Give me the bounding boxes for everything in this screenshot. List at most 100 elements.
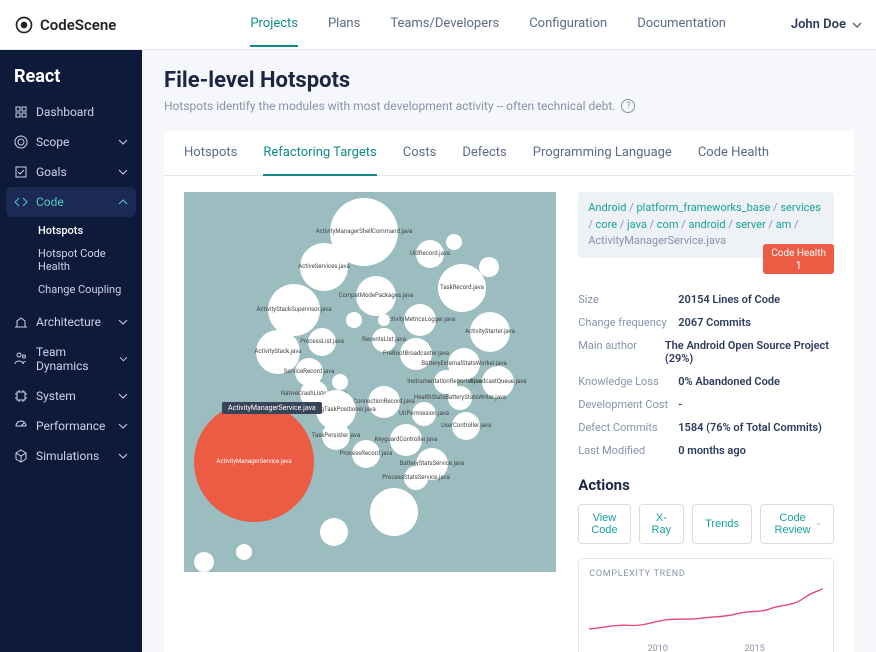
sidebar-item-architecture[interactable]: Architecture — [0, 307, 142, 337]
sidebar-item-dashboard[interactable]: Dashboard — [0, 97, 142, 127]
hotspot-visualization[interactable]: ActivityManagerService.javaActivityManag… — [184, 192, 556, 572]
sidebar-item-performance[interactable]: Performance — [0, 411, 142, 441]
breadcrumb-segment[interactable]: services — [780, 201, 821, 214]
sidebar-sub-hotspots[interactable]: Hotspots — [28, 219, 142, 242]
topnav-documentation[interactable]: Documentation — [637, 2, 726, 47]
chevron-down-icon — [118, 391, 128, 401]
project-name: React — [0, 66, 142, 97]
chevron-down-icon — [118, 451, 128, 461]
sidebar-sub-change-coupling[interactable]: Change Coupling — [28, 278, 142, 301]
speed-icon — [14, 419, 28, 433]
grid-icon — [14, 105, 28, 119]
hotspot-bubble[interactable]: UserController.java — [452, 412, 480, 440]
metadata-table: Size20154 Lines of CodeChange frequency2… — [578, 288, 834, 462]
view-code-button[interactable]: View Code — [578, 504, 630, 544]
sidebar-sub-hotspot-code-health[interactable]: Hotspot Code Health — [28, 242, 142, 278]
topnav-projects[interactable]: Projects — [250, 2, 298, 47]
hotspot-bubble[interactable]: ProcessList.java — [308, 328, 336, 356]
hotspot-bubble[interactable]: ActiveServices.java — [300, 243, 348, 291]
sidebar-item-label: Goals — [36, 165, 67, 179]
help-icon[interactable]: ? — [621, 99, 635, 113]
breadcrumb-segment[interactable]: server — [736, 218, 766, 231]
sidebar-item-label: Dashboard — [36, 105, 94, 119]
code-review-button[interactable]: Code Review — [760, 504, 834, 544]
hotspot-bubble[interactable]: TaskPersister.java — [322, 422, 350, 450]
sidebar-item-code[interactable]: Code — [6, 187, 136, 217]
tab-hotspots[interactable]: Hotspots — [184, 131, 237, 176]
hotspot-bubble[interactable]: UidRecord.java — [416, 240, 444, 268]
meta-key: Defect Commits — [578, 421, 678, 434]
hotspot-bubble[interactable] — [194, 552, 214, 572]
code-icon — [14, 195, 28, 209]
tab-refactoring-targets[interactable]: Refactoring Targets — [263, 131, 376, 176]
hotspot-bubble[interactable] — [370, 488, 418, 536]
trend-sparkline — [589, 581, 823, 641]
tab-costs[interactable]: Costs — [403, 131, 437, 176]
hotspot-bubble[interactable] — [236, 544, 252, 560]
chevron-down-icon — [119, 354, 128, 364]
breadcrumb-segment[interactable]: java — [627, 218, 647, 231]
breadcrumb-segment[interactable]: Android — [588, 201, 626, 214]
breadcrumb-segment[interactable]: platform_frameworks_base — [636, 201, 770, 214]
meta-key: Last Modified — [578, 444, 678, 457]
topnav-teams-developers[interactable]: Teams/Developers — [390, 2, 499, 47]
sidebar-item-simulations[interactable]: Simulations — [0, 441, 142, 471]
hotspot-bubble[interactable] — [479, 257, 499, 277]
hotspot-bubble[interactable]: ActivityMetricsLogger.java — [404, 304, 436, 336]
logo-icon — [14, 15, 34, 35]
brand[interactable]: CodeScene — [14, 15, 116, 35]
hotspot-bubble[interactable]: KeyguardController.java — [390, 424, 422, 456]
meta-row: Change frequency2067 Commits — [578, 311, 834, 334]
breadcrumb-segment[interactable]: com — [657, 218, 679, 231]
trend-xaxis: 20102015 — [589, 644, 823, 652]
hotspot-bubble[interactable]: ActivityStarter.java — [470, 312, 510, 352]
sidebar-item-label: Code — [36, 195, 64, 209]
hotspot-bubble[interactable] — [346, 312, 362, 328]
hotspot-bubble[interactable]: TaskRecord.java — [438, 264, 486, 312]
hotspot-bubble[interactable]: ActivityManagerService.java — [194, 402, 314, 522]
chevron-down-icon — [118, 137, 128, 147]
hotspot-bubble[interactable] — [446, 234, 462, 250]
meta-key: Size — [578, 293, 678, 306]
breadcrumb-segment[interactable]: android — [688, 218, 725, 231]
sidebar-item-goals[interactable]: Goals — [0, 157, 142, 187]
hotspot-bubble[interactable] — [332, 374, 348, 390]
hotspot-bubble[interactable]: UriPermission.java — [412, 402, 436, 426]
trends-button[interactable]: Trends — [692, 504, 752, 544]
breadcrumb-segment[interactable]: core — [596, 218, 618, 231]
user-menu[interactable]: John Doe — [791, 17, 862, 32]
hotspot-bubble[interactable]: RecentsList.java — [372, 328, 396, 352]
meta-row: Last Modified0 months ago — [578, 439, 834, 462]
meta-key: Knowledge Loss — [578, 375, 678, 388]
hotspot-bubble[interactable]: ProcessStatsService.java — [404, 466, 428, 490]
sidebar-item-system[interactable]: System — [0, 381, 142, 411]
sidebar-item-label: Performance — [36, 419, 105, 433]
meta-key: Development Cost — [578, 398, 678, 411]
breadcrumb-segment[interactable]: am — [776, 218, 792, 231]
hotspot-bubble[interactable] — [320, 518, 348, 546]
topbar: CodeScene Projects Plans Teams/Developers C… — [0, 0, 876, 50]
meta-val: - — [678, 398, 682, 411]
meta-key: Change frequency — [578, 316, 678, 329]
page-subtitle: Hotspots identify the modules with most … — [164, 99, 854, 113]
complexity-trend-chart[interactable]: COMPLEXITY TREND 20102015 — [578, 558, 834, 652]
hotspot-bubble[interactable]: ProcessRecord.java — [352, 440, 380, 468]
meta-val: The Android Open Source Project (29%) — [665, 339, 834, 365]
tab-code-health[interactable]: Code Health — [698, 131, 769, 176]
tab-programming-language[interactable]: Programming Language — [533, 131, 672, 176]
hotspot-bubble[interactable]: CompatModePackages.java — [356, 276, 396, 316]
actions-row: View CodeX-RayTrendsCode Review — [578, 504, 834, 544]
sidebar-item-label: System — [36, 389, 76, 403]
sidebar-item-scope[interactable]: Scope — [0, 127, 142, 157]
x-ray-button[interactable]: X-Ray — [639, 504, 685, 544]
hotspot-bubble[interactable]: HealthStatsBatteryStatsWriter.java — [448, 386, 472, 410]
system-icon — [14, 389, 28, 403]
topnav-configuration[interactable]: Configuration — [529, 2, 607, 47]
tab-defects[interactable]: Defects — [462, 131, 506, 176]
hotspot-bubble[interactable] — [378, 314, 390, 326]
hotspot-bubble[interactable]: ActivityStackSupervisor.java — [268, 284, 320, 336]
topnav-plans[interactable]: Plans — [328, 2, 360, 47]
sidebar-item-team-dynamics[interactable]: Team Dynamics — [0, 337, 142, 381]
meta-val: 1584 (76% of Total Commits) — [678, 421, 822, 434]
meta-row: Development Cost- — [578, 393, 834, 416]
